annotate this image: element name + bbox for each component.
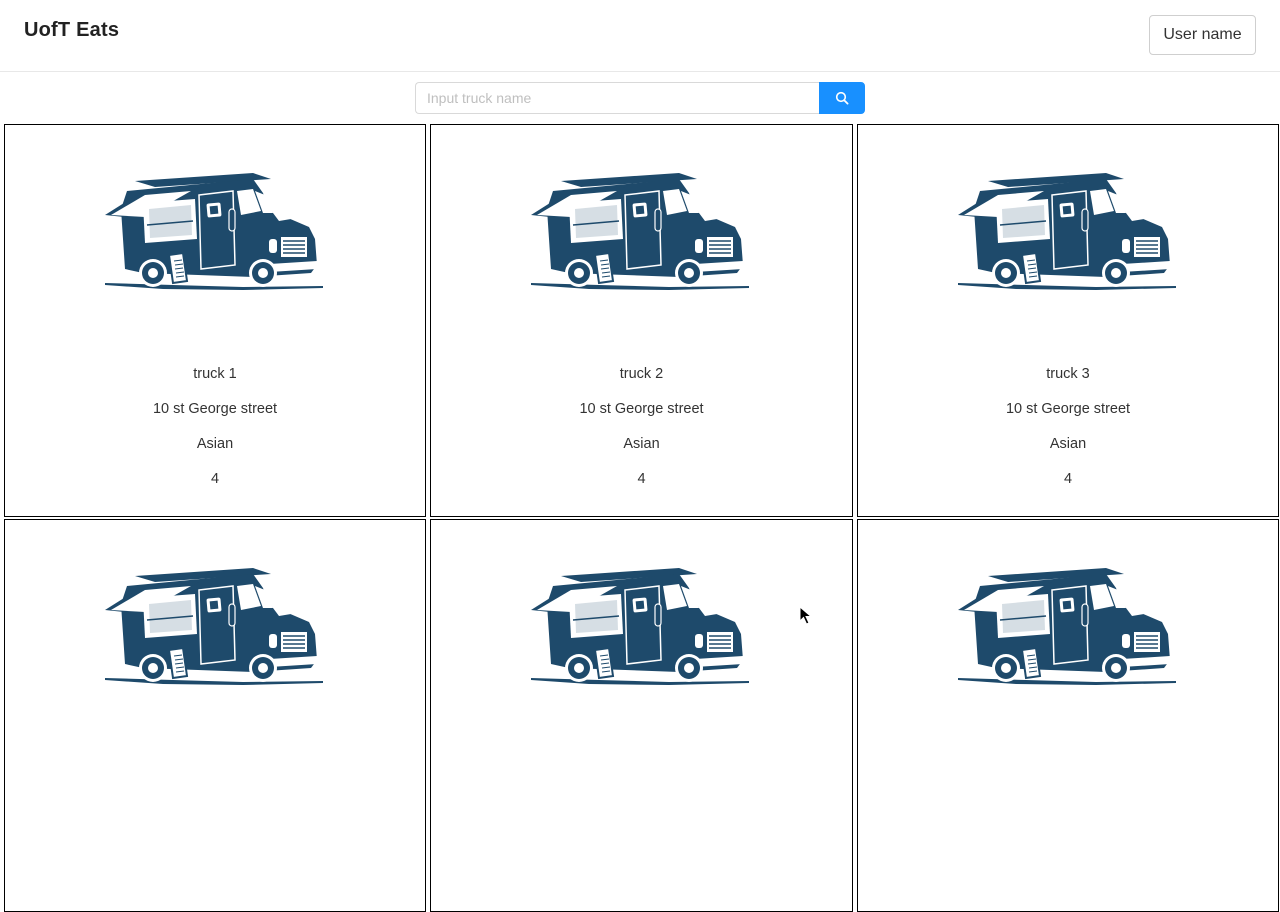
food-truck-image xyxy=(103,169,327,297)
truck-card[interactable] xyxy=(430,519,853,912)
truck-name: truck 1 xyxy=(193,366,237,382)
truck-cuisine: Asian xyxy=(196,436,234,452)
truck-cuisine: Asian xyxy=(1049,436,1087,452)
search-icon xyxy=(835,91,849,105)
search-input[interactable] xyxy=(415,82,819,114)
search-button[interactable] xyxy=(819,82,865,114)
truck-cuisine: Asian xyxy=(623,436,660,452)
truck-rating: 4 xyxy=(1063,471,1073,487)
food-truck-image xyxy=(956,169,1180,297)
truck-address: 10 st George street xyxy=(152,401,278,417)
truck-name: truck 2 xyxy=(619,366,664,382)
truck-name: truck 3 xyxy=(1046,366,1090,382)
truck-card[interactable] xyxy=(857,519,1279,912)
truck-card[interactable] xyxy=(4,519,426,912)
food-truck-image xyxy=(529,169,753,297)
truck-rating: 4 xyxy=(637,471,646,487)
app-brand[interactable]: UofT Eats xyxy=(24,19,119,42)
food-truck-image xyxy=(956,564,1180,692)
truck-rating: 4 xyxy=(210,471,220,487)
food-truck-image xyxy=(103,564,327,692)
food-truck-image xyxy=(529,564,753,692)
truck-address: 10 st George street xyxy=(1005,401,1131,417)
truck-search xyxy=(415,82,865,114)
app-header: UofT Eats User name xyxy=(0,0,1280,72)
truck-card[interactable]: truck 1 10 st George street Asian 4 xyxy=(4,124,426,517)
mouse-cursor-icon xyxy=(799,606,813,625)
truck-card[interactable]: truck 3 10 st George street Asian 4 xyxy=(857,124,1279,517)
truck-address: 10 st George street xyxy=(579,401,704,417)
truck-card[interactable]: truck 2 10 st George street Asian 4 xyxy=(430,124,853,517)
user-menu-button[interactable]: User name xyxy=(1149,15,1256,55)
truck-grid: truck 1 10 st George street Asian 4 truc… xyxy=(4,124,1279,912)
